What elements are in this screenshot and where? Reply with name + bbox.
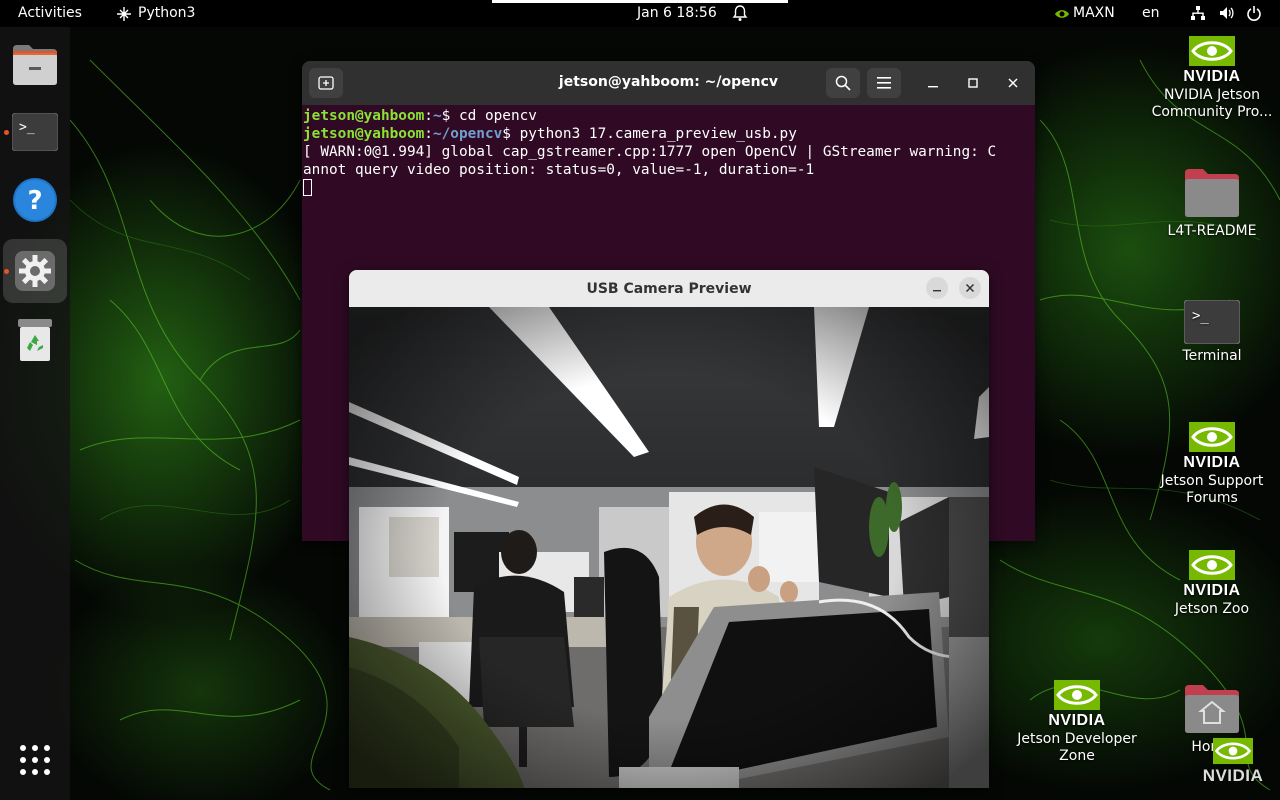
volume-icon	[1220, 7, 1234, 19]
nvidia-logo-icon	[1189, 550, 1235, 580]
terminal-icon: >_	[1184, 300, 1240, 344]
terminal-close-button[interactable]	[996, 68, 1030, 98]
nvidia-wordmark: NVIDIA	[1183, 454, 1241, 471]
desktop-icon-terminal[interactable]: >_ Terminal	[1147, 300, 1277, 365]
desktop-icon-label: L4T-README	[1167, 223, 1257, 239]
power-mode-label: MAXN	[1073, 5, 1115, 21]
terminal-menu-button[interactable]	[867, 68, 901, 98]
notification-bell-icon[interactable]	[732, 4, 748, 27]
app-menu[interactable]: Python3	[116, 5, 195, 22]
camera-minimize-button[interactable]	[926, 277, 948, 299]
terminal-maximize-button[interactable]	[956, 68, 990, 98]
svg-text:?: ?	[27, 186, 42, 216]
dock-terminal[interactable]: >_	[3, 100, 67, 164]
nvidia-eye-icon	[1055, 9, 1069, 18]
search-icon	[835, 75, 851, 91]
dock: >_ ?	[0, 27, 70, 800]
screen-capture-indicator	[492, 0, 788, 3]
desktop-icon-label: Jetson Support Forums	[1160, 473, 1264, 506]
terminal-output-line: annot query video position: status=0, va…	[303, 162, 815, 178]
desktop-icon-jetson-forums[interactable]: NVIDIA Jetson Support Forums	[1147, 422, 1277, 507]
terminal-minimize-button[interactable]	[916, 68, 950, 98]
text-cursor	[303, 179, 312, 196]
folder-icon	[1185, 169, 1239, 217]
power-icon	[1247, 6, 1261, 21]
power-mode-indicator[interactable]: MAXN	[1054, 5, 1115, 22]
terminal-search-button[interactable]	[826, 68, 860, 98]
desktop-icon-label: NVIDIA Jetson Community Pro...	[1151, 87, 1273, 120]
close-icon	[1008, 78, 1018, 88]
svg-text:>_: >_	[19, 120, 35, 135]
desktop-icon-label: Jetson Developer Zone	[1017, 731, 1137, 764]
files-icon	[13, 45, 57, 85]
nvidia-logo-icon	[1189, 36, 1235, 66]
app-grid-icon	[20, 745, 50, 775]
camera-feed-image	[349, 307, 989, 788]
desktop-icon-jetson-zoo[interactable]: NVIDIA Jetson Zoo	[1147, 550, 1277, 618]
nvidia-watermark: NVIDIA	[1196, 736, 1270, 788]
nvidia-logo-icon	[1189, 422, 1235, 452]
top-bar: Activities Python3 Jan 6 18:56 MAXN en	[0, 0, 1280, 27]
desktop-icon-jetson-developer-zone[interactable]: NVIDIA Jetson Developer Zone	[1012, 680, 1142, 765]
camera-window-title: USB Camera Preview	[586, 281, 752, 297]
show-applications-button[interactable]	[3, 728, 67, 792]
system-menu[interactable]	[1190, 5, 1262, 21]
desktop-icon-nvidia-community[interactable]: NVIDIA NVIDIA Jetson Community Pro...	[1147, 36, 1277, 121]
python-app-icon	[117, 6, 131, 21]
terminal-icon: >_	[12, 113, 58, 151]
camera-close-button[interactable]	[959, 277, 981, 299]
nvidia-wordmark: NVIDIA	[1048, 712, 1106, 729]
camera-window-header[interactable]: USB Camera Preview	[349, 270, 989, 308]
hamburger-menu-icon	[877, 77, 891, 89]
camera-preview-window[interactable]: USB Camera Preview	[349, 270, 989, 788]
dock-files[interactable]	[3, 33, 67, 97]
help-icon: ?	[13, 178, 57, 222]
terminal-header-bar[interactable]: jetson@yahboom: ~/opencv	[302, 61, 1035, 105]
dock-trash[interactable]	[3, 308, 67, 372]
dock-help[interactable]: ?	[3, 168, 67, 232]
svg-text:>_: >_	[1192, 308, 1209, 324]
nvidia-logo-icon	[1054, 680, 1100, 710]
terminal-line: jetson@yahboom:~/opencv$ python3 17.came…	[303, 126, 797, 142]
clock[interactable]: Jan 6 18:56	[637, 5, 717, 22]
home-folder-icon	[1185, 685, 1239, 733]
terminal-line: jetson@yahboom:~$ cd opencv	[303, 108, 537, 124]
settings-icon	[15, 251, 55, 291]
desktop-icon-label: Jetson Zoo	[1174, 601, 1250, 617]
maximize-icon	[968, 78, 978, 88]
network-wired-icon	[1191, 6, 1205, 20]
terminal-output-line: [ WARN:0@1.994] global cap_gstreamer.cpp…	[303, 144, 997, 160]
dock-settings[interactable]	[3, 239, 67, 303]
app-menu-label: Python3	[138, 5, 196, 21]
keyboard-language-indicator[interactable]: en	[1142, 5, 1160, 22]
nvidia-wordmark: NVIDIA	[1183, 68, 1241, 85]
desktop-icon-label: Terminal	[1182, 348, 1242, 364]
desktop-icon-l4t-readme[interactable]: L4T-README	[1147, 167, 1277, 240]
minimize-icon	[933, 290, 941, 292]
minimize-icon	[928, 86, 938, 88]
activities-button[interactable]: Activities	[18, 5, 82, 22]
terminal-running-indicator	[4, 130, 9, 135]
terminal-cursor-line	[303, 179, 1033, 197]
settings-running-indicator	[4, 269, 9, 274]
close-icon	[965, 283, 975, 293]
trash-icon	[18, 319, 52, 361]
nvidia-watermark-wordmark: NVIDIA	[1202, 766, 1264, 785]
nvidia-logo-icon	[1213, 737, 1253, 765]
nvidia-wordmark: NVIDIA	[1183, 582, 1241, 599]
terminal-output[interactable]: jetson@yahboom:~$ cd opencv jetson@yahboo…	[303, 107, 1033, 197]
